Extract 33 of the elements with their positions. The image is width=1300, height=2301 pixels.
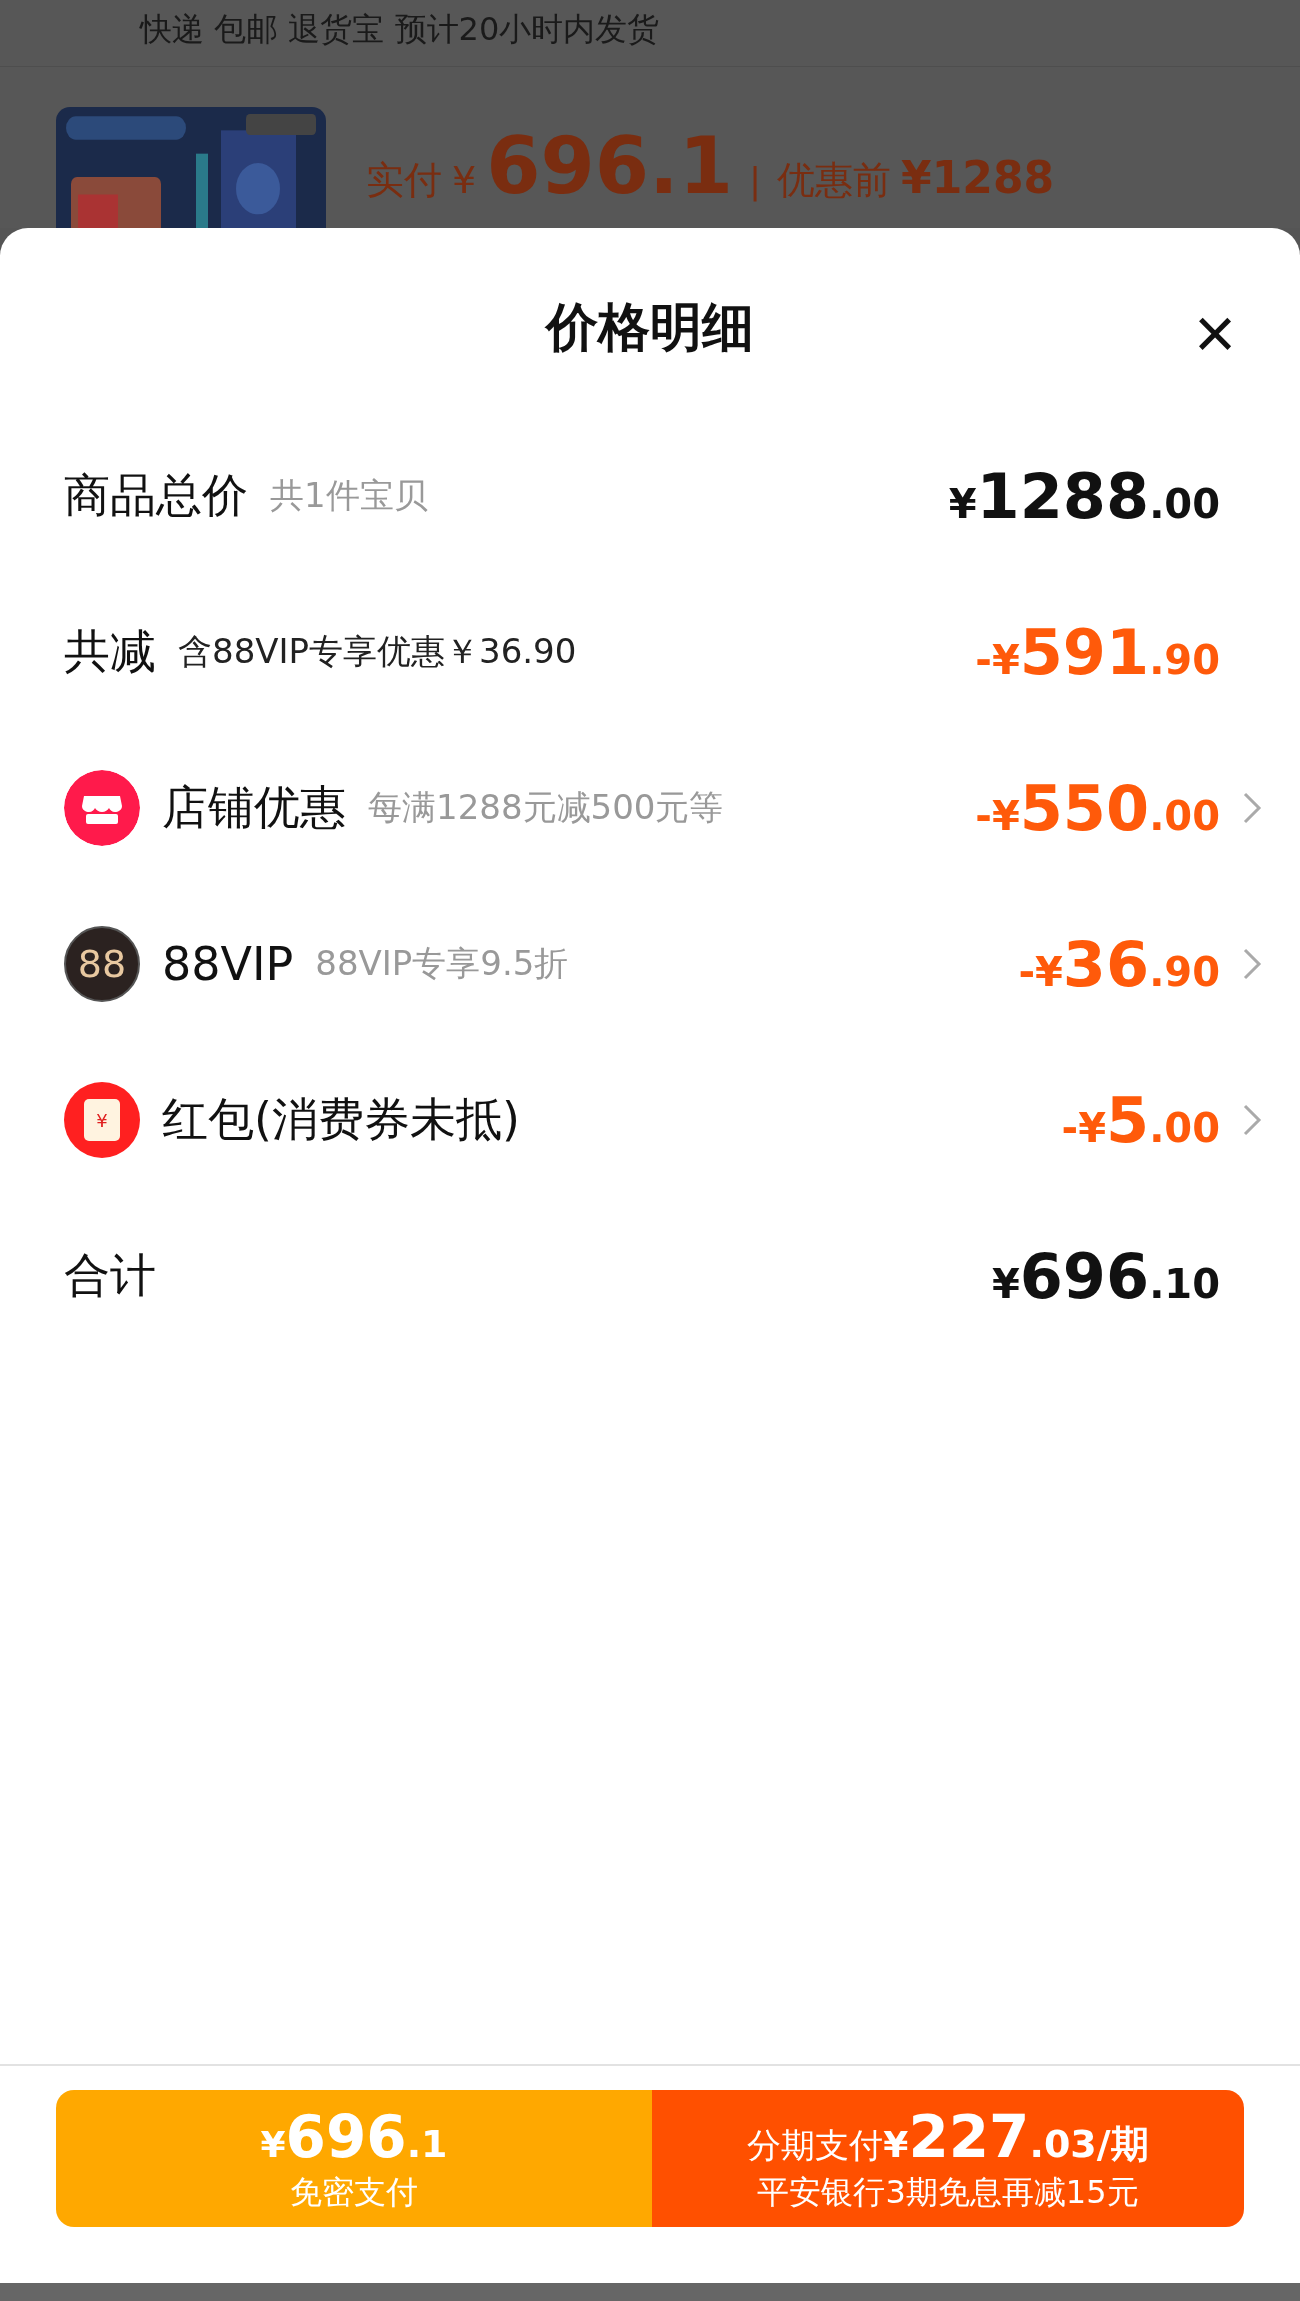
row-amount: -¥36.90 (1018, 927, 1220, 1001)
original-price: ¥1288 (901, 152, 1055, 203)
chevron-icon[interactable] (1242, 947, 1262, 981)
delivery-info: 快递 包邮 退货宝 预计20小时内发货 (138, 9, 661, 50)
row-label: 共减 (64, 623, 156, 680)
row-note: 88VIP专享9.5折 (315, 942, 569, 985)
original-label: 优惠前 (777, 157, 892, 204)
close-button[interactable]: × (1180, 298, 1250, 368)
row-label: 红包(消费券未抵) (162, 1091, 520, 1148)
separator: | (748, 160, 762, 201)
paid-price: 696.1 (486, 121, 733, 211)
row-label: 店铺优惠 (162, 779, 346, 836)
sheet-title: 价格明细 (546, 296, 754, 359)
row-note: 含88VIP专享优惠￥36.90 (178, 630, 577, 673)
row-label: 88VIP (162, 937, 294, 991)
shop-icon (64, 770, 140, 846)
vip-badge: 88 (64, 926, 140, 1002)
installment-pay-button[interactable]: 分期支付¥227.03/期 平安银行3期免息再减15元 (652, 2090, 1244, 2227)
row-note: 每满1288元减500元等 (368, 786, 724, 829)
row-amount: ¥696.10 (991, 1239, 1220, 1313)
row-note: 共1件宝贝 (270, 474, 428, 517)
paid-currency: ¥ (452, 158, 477, 202)
row-amount: -¥550.00 (975, 771, 1220, 845)
paid-label: 实付 (366, 157, 442, 204)
chevron-icon[interactable] (1242, 1103, 1262, 1137)
pay-button[interactable]: ¥696.1 免密支付 (56, 2090, 652, 2227)
row-label: 商品总价 (64, 467, 248, 524)
row-label: 合计 (64, 1247, 156, 1304)
chevron-icon[interactable] (1242, 791, 1262, 825)
row-amount: ¥1288.00 (948, 459, 1220, 533)
envelope-icon: ¥ (64, 1082, 140, 1158)
row-amount: -¥5.00 (1061, 1083, 1220, 1157)
row-amount: -¥591.90 (975, 615, 1220, 689)
